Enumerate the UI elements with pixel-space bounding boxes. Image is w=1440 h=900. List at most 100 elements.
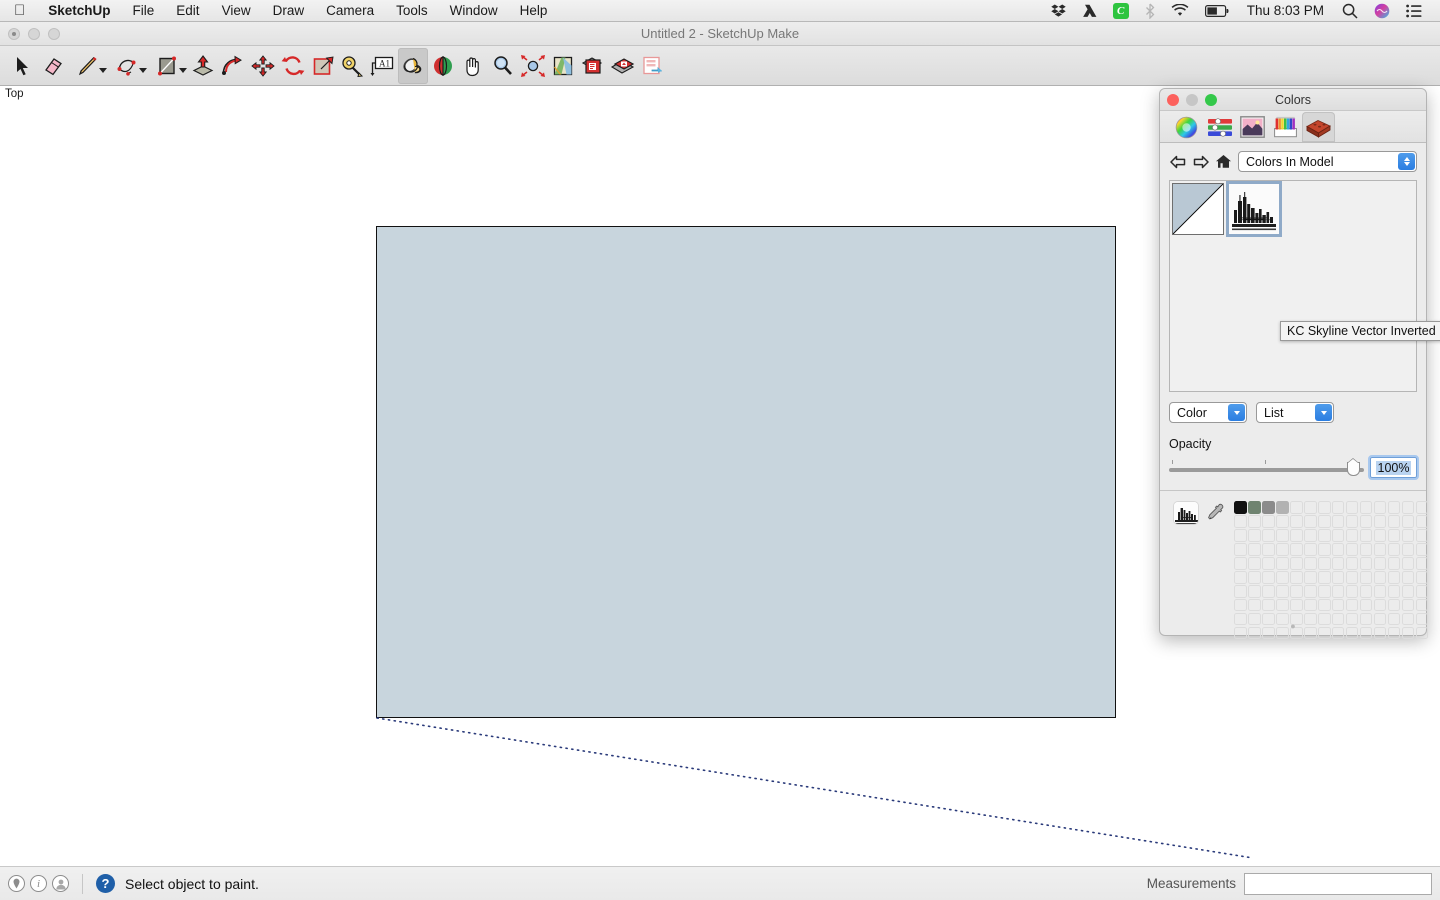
color-swatch-empty[interactable] <box>1345 514 1359 528</box>
color-swatch-empty[interactable] <box>1387 542 1401 556</box>
color-swatch-empty[interactable] <box>1289 556 1303 570</box>
color-swatch-empty[interactable] <box>1317 528 1331 542</box>
color-swatch-empty[interactable] <box>1261 598 1275 612</box>
color-swatch-empty[interactable] <box>1247 556 1261 570</box>
google-drive-icon[interactable] <box>1082 4 1097 18</box>
eraser-tool[interactable] <box>38 48 68 84</box>
search-icon[interactable] <box>1342 3 1358 19</box>
color-swatch-empty[interactable] <box>1289 598 1303 612</box>
color-swatch-empty[interactable] <box>1373 501 1387 514</box>
color-wheel-tab[interactable] <box>1170 112 1203 142</box>
menu-item-tools[interactable]: Tools <box>385 0 439 22</box>
color-swatch-empty[interactable] <box>1387 501 1401 514</box>
apple-icon[interactable]:  <box>14 3 25 18</box>
geo-location-tool[interactable] <box>548 48 578 84</box>
color-swatch-empty[interactable] <box>1345 542 1359 556</box>
color-swatch-empty[interactable] <box>1359 542 1373 556</box>
drawn-rectangle[interactable] <box>376 226 1116 718</box>
scale-tool[interactable] <box>308 48 338 84</box>
camtasia-icon[interactable]: C <box>1112 2 1129 19</box>
color-swatch-empty[interactable] <box>1261 584 1275 598</box>
text-tool[interactable]: A1 <box>368 48 398 84</box>
color-swatch-empty[interactable] <box>1331 556 1345 570</box>
color-swatch-filled[interactable] <box>1234 501 1247 514</box>
color-swatch-empty[interactable] <box>1303 584 1317 598</box>
measurements-input[interactable] <box>1244 872 1432 895</box>
opacity-slider-knob[interactable] <box>1347 457 1360 476</box>
arc-tool-dropdown-arrow[interactable] <box>139 67 147 73</box>
menu-item-window[interactable]: Window <box>439 0 509 22</box>
color-swatch-empty[interactable] <box>1387 528 1401 542</box>
color-swatch-filled[interactable] <box>1247 501 1261 514</box>
rectangle-tool-dropdown-arrow[interactable] <box>179 67 187 73</box>
color-swatch-empty[interactable] <box>1401 570 1415 584</box>
color-swatch-empty[interactable] <box>1345 598 1359 612</box>
forward-arrow-icon[interactable] <box>1192 153 1209 170</box>
color-swatch-empty[interactable] <box>1289 542 1303 556</box>
color-swatch-empty[interactable] <box>1401 501 1415 514</box>
wifi-icon[interactable] <box>1171 3 1189 18</box>
color-swatch-empty[interactable] <box>1401 598 1415 612</box>
color-swatch-empty[interactable] <box>1387 598 1401 612</box>
color-swatch-empty[interactable] <box>1387 556 1401 570</box>
color-swatch-empty[interactable] <box>1317 514 1331 528</box>
color-swatch-empty[interactable] <box>1234 542 1247 556</box>
opacity-input[interactable]: 100% <box>1368 455 1419 480</box>
color-swatch-empty[interactable] <box>1261 514 1275 528</box>
dropbox-icon[interactable] <box>1050 3 1066 18</box>
window-zoom-button[interactable] <box>48 28 60 40</box>
color-swatch-empty[interactable] <box>1317 598 1331 612</box>
color-swatch-empty[interactable] <box>1234 570 1247 584</box>
color-swatch-empty[interactable] <box>1247 584 1261 598</box>
chevron-down-icon[interactable] <box>1228 404 1245 421</box>
color-swatch-empty[interactable] <box>1317 542 1331 556</box>
color-swatch-empty[interactable] <box>1359 598 1373 612</box>
color-swatch-empty[interactable] <box>1345 570 1359 584</box>
rotate-tool[interactable] <box>278 48 308 84</box>
color-swatch-empty[interactable] <box>1373 584 1387 598</box>
color-swatch-empty[interactable] <box>1275 570 1289 584</box>
paint-bucket-tool[interactable] <box>398 47 428 84</box>
color-swatch-empty[interactable] <box>1234 584 1247 598</box>
view-mode-select[interactable]: Color <box>1169 402 1247 423</box>
tape-measure-tool[interactable] <box>338 48 368 84</box>
menu-item-camera[interactable]: Camera <box>315 0 385 22</box>
color-swatch-filled[interactable] <box>1261 501 1275 514</box>
color-swatch-empty[interactable] <box>1275 584 1289 598</box>
color-swatch-empty[interactable] <box>1303 501 1317 514</box>
share-model-tool[interactable] <box>608 48 638 84</box>
color-swatch-empty[interactable] <box>1303 528 1317 542</box>
color-swatch-empty[interactable] <box>1234 598 1247 612</box>
menu-item-draw[interactable]: Draw <box>262 0 316 22</box>
color-swatch-empty[interactable] <box>1387 570 1401 584</box>
color-swatch-empty[interactable] <box>1359 556 1373 570</box>
color-swatch-empty[interactable] <box>1359 501 1373 514</box>
color-swatch-empty[interactable] <box>1331 528 1345 542</box>
color-swatch-empty[interactable] <box>1359 584 1373 598</box>
color-swatch-empty[interactable] <box>1345 528 1359 542</box>
back-arrow-icon[interactable] <box>1169 153 1186 170</box>
zoom-extents-tool[interactable] <box>518 48 548 84</box>
color-swatch-empty[interactable] <box>1303 598 1317 612</box>
orbit-tool[interactable] <box>428 48 458 84</box>
default-material-swatch[interactable] <box>1172 183 1224 235</box>
help-icon[interactable]: ? <box>96 874 115 893</box>
select-tool[interactable] <box>8 48 38 84</box>
color-swatch-empty[interactable] <box>1331 570 1345 584</box>
color-swatch-empty[interactable] <box>1275 542 1289 556</box>
color-swatch-empty[interactable] <box>1401 584 1415 598</box>
color-swatch-empty[interactable] <box>1345 556 1359 570</box>
line-tool[interactable] <box>68 48 108 84</box>
notification-center-icon[interactable] <box>1406 4 1422 18</box>
chevron-down-icon[interactable] <box>1315 404 1332 421</box>
color-swatch-empty[interactable] <box>1415 514 1429 528</box>
get-models-tool[interactable] <box>578 48 608 84</box>
color-swatch-empty[interactable] <box>1331 542 1345 556</box>
color-swatch-empty[interactable] <box>1317 570 1331 584</box>
color-swatch-empty[interactable] <box>1261 570 1275 584</box>
close-button[interactable] <box>1167 94 1179 106</box>
color-swatch-empty[interactable] <box>1387 584 1401 598</box>
battery-icon[interactable] <box>1204 4 1229 17</box>
layout-tool[interactable] <box>638 48 668 84</box>
window-close-button[interactable] <box>8 28 20 40</box>
